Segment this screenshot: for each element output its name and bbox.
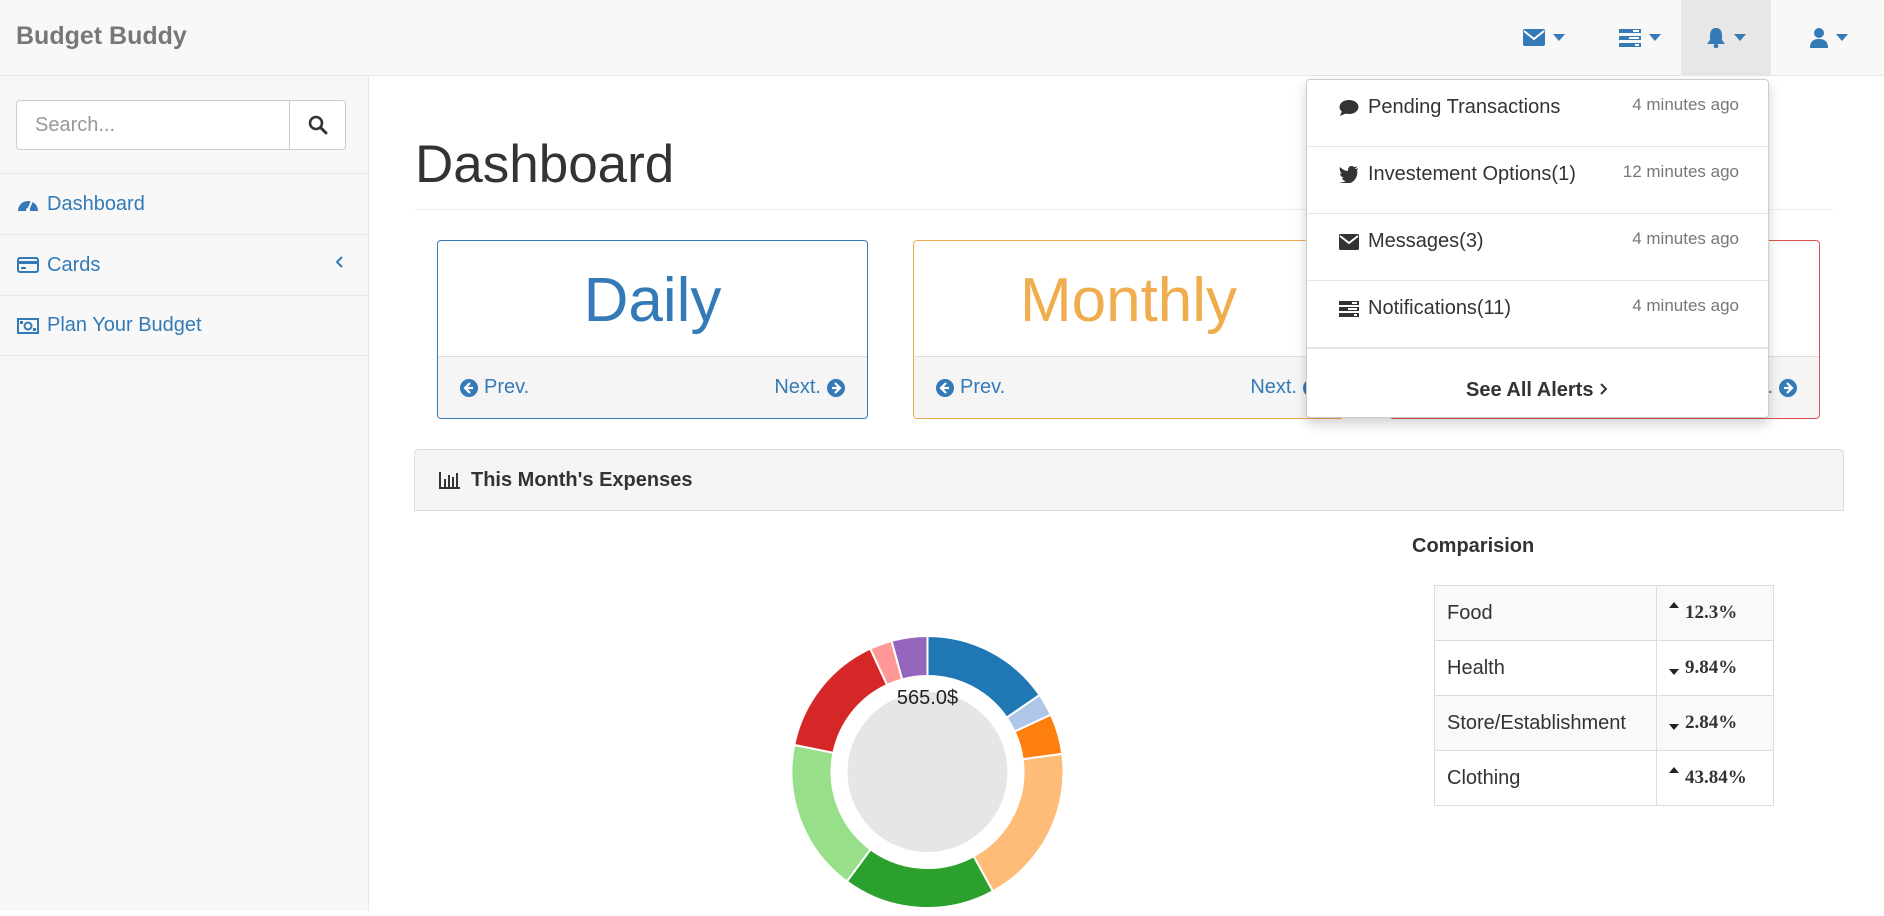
chevron-down-icon bbox=[1649, 34, 1661, 41]
search-input[interactable] bbox=[16, 100, 290, 150]
chevron-left-icon bbox=[335, 256, 343, 268]
alert-time: 4 minutes ago bbox=[1632, 296, 1739, 315]
alert-label: Investement Options(1) bbox=[1368, 163, 1576, 185]
sidebar: Dashboard Cards Plan Your Budget bbox=[0, 76, 369, 911]
comparison-title: Comparision bbox=[1412, 535, 1535, 557]
twitter-icon bbox=[1339, 166, 1358, 183]
chevron-down-icon bbox=[1734, 34, 1746, 41]
comment-icon bbox=[1339, 99, 1359, 116]
donut-center-total: 565.0$ bbox=[896, 687, 959, 709]
alert-item[interactable]: Notifications(11) 4 minutes ago bbox=[1307, 281, 1768, 348]
brand-title[interactable]: Budget Buddy bbox=[16, 22, 187, 51]
envelope-icon bbox=[1339, 233, 1359, 250]
tasks-dropdown-toggle[interactable] bbox=[1595, 0, 1685, 75]
prev-label: Prev. bbox=[960, 376, 1006, 398]
sidebar-item-cards[interactable]: Cards bbox=[0, 234, 368, 295]
dashboard-icon bbox=[18, 200, 38, 212]
next-link[interactable]: Next. bbox=[774, 376, 845, 399]
donut-slice[interactable] bbox=[845, 847, 995, 909]
comparison-row: Health 9.84% bbox=[1434, 640, 1774, 696]
expenses-title: This Month's Expenses bbox=[471, 468, 693, 491]
sidebar-item-plan-budget[interactable]: Plan Your Budget bbox=[0, 295, 368, 356]
chevron-down-icon bbox=[1553, 34, 1565, 41]
alert-time: 12 minutes ago bbox=[1622, 162, 1739, 181]
comparison-category: Health bbox=[1434, 640, 1657, 696]
sidebar-item-label: Dashboard bbox=[47, 192, 145, 215]
comparison-category: Food bbox=[1434, 585, 1657, 641]
alert-time: 4 minutes ago bbox=[1632, 229, 1739, 248]
messages-dropdown-toggle[interactable] bbox=[1499, 0, 1589, 75]
arrow-circle-right-icon bbox=[1779, 378, 1797, 397]
comparison-row: Food 12.3% bbox=[1434, 585, 1774, 641]
tasks-icon bbox=[1339, 300, 1359, 317]
alert-label: Messages(3) bbox=[1368, 230, 1484, 252]
monthly-card: Monthly Prev. Next. bbox=[913, 240, 1344, 419]
alert-item[interactable]: Investement Options(1) 12 minutes ago bbox=[1307, 147, 1768, 214]
search-button[interactable] bbox=[290, 100, 346, 150]
top-navbar: Budget Buddy bbox=[0, 0, 1884, 76]
arrow-circle-left-icon bbox=[460, 378, 478, 397]
user-dropdown-toggle[interactable] bbox=[1784, 0, 1874, 75]
money-icon bbox=[17, 317, 39, 334]
comparison-percent: 43.84% bbox=[1685, 767, 1747, 788]
triangle-down-icon bbox=[1669, 724, 1679, 730]
next-link[interactable]: . bbox=[1767, 376, 1797, 399]
user-icon bbox=[1810, 27, 1828, 48]
sidebar-item-dashboard[interactable]: Dashboard bbox=[0, 173, 368, 234]
triangle-up-icon bbox=[1669, 602, 1679, 608]
triangle-down-icon bbox=[1669, 669, 1679, 675]
page-title: Dashboard bbox=[415, 135, 675, 194]
prev-link[interactable]: Prev. bbox=[936, 376, 1005, 399]
triangle-up-icon bbox=[1669, 767, 1679, 773]
arrow-circle-left-icon bbox=[936, 378, 954, 397]
expenses-donut-chart bbox=[790, 632, 1065, 911]
alert-label: Notifications(11) bbox=[1368, 297, 1512, 319]
expenses-panel-heading: This Month's Expenses bbox=[414, 449, 1844, 511]
prev-label: Prev. bbox=[484, 376, 530, 398]
chevron-right-icon bbox=[1600, 383, 1608, 395]
sidebar-item-label: Cards bbox=[47, 253, 101, 276]
alerts-dropdown-toggle[interactable] bbox=[1681, 0, 1771, 75]
alerts-dropdown-menu: Pending Transactions 4 minutes ago Inves… bbox=[1306, 79, 1769, 418]
comparison-category: Store/Establishment bbox=[1434, 695, 1657, 751]
credit-card-icon bbox=[17, 257, 39, 273]
comparison-category: Clothing bbox=[1434, 750, 1657, 806]
envelope-icon bbox=[1523, 29, 1545, 46]
comparison-percent: 12.3% bbox=[1685, 602, 1738, 623]
alerts-divider bbox=[1307, 348, 1768, 349]
see-all-alerts-link[interactable]: See All Alerts bbox=[1307, 379, 1768, 402]
next-label: Next. bbox=[1250, 376, 1297, 398]
comparison-row: Clothing 43.84% bbox=[1434, 750, 1774, 806]
comparison-percent: 9.84% bbox=[1685, 657, 1738, 678]
search-icon bbox=[308, 115, 327, 135]
comparison-table: Food 12.3% Health 9.84% Store/Establishment 2… bbox=[1434, 585, 1774, 806]
sidebar-item-label: Plan Your Budget bbox=[47, 314, 202, 336]
card-title: Monthly bbox=[1019, 266, 1238, 335]
chevron-down-icon bbox=[1836, 34, 1848, 41]
bell-icon bbox=[1707, 28, 1725, 48]
comparison-row: Store/Establishment 2.84% bbox=[1434, 695, 1774, 751]
comparison-value: 12.3% bbox=[1656, 585, 1774, 641]
daily-card: Daily Prev. Next. bbox=[437, 240, 868, 419]
comparison-value: 2.84% bbox=[1656, 695, 1774, 751]
prev-link[interactable]: Prev. bbox=[460, 376, 529, 399]
alert-item[interactable]: Messages(3) 4 minutes ago bbox=[1307, 214, 1768, 281]
comparison-value: 43.84% bbox=[1656, 750, 1774, 806]
card-footer: Prev. Next. bbox=[914, 356, 1343, 418]
card-title: Daily bbox=[583, 266, 722, 335]
alert-label: Pending Transactions bbox=[1368, 96, 1561, 118]
see-all-label: See All Alerts bbox=[1465, 379, 1594, 401]
donut-svg bbox=[790, 634, 1065, 909]
card-footer: Prev. Next. bbox=[438, 356, 867, 418]
alert-item[interactable]: Pending Transactions 4 minutes ago bbox=[1307, 80, 1768, 147]
bar-chart-icon bbox=[439, 472, 460, 489]
arrow-circle-right-icon bbox=[827, 378, 845, 397]
comparison-percent: 2.84% bbox=[1685, 712, 1738, 733]
tasks-icon bbox=[1619, 28, 1641, 47]
next-label: Next. bbox=[774, 376, 821, 398]
donut-center-circle bbox=[847, 692, 1008, 852]
comparison-value: 9.84% bbox=[1656, 640, 1774, 696]
alert-time: 4 minutes ago bbox=[1632, 95, 1739, 114]
sidebar-search bbox=[16, 100, 346, 150]
